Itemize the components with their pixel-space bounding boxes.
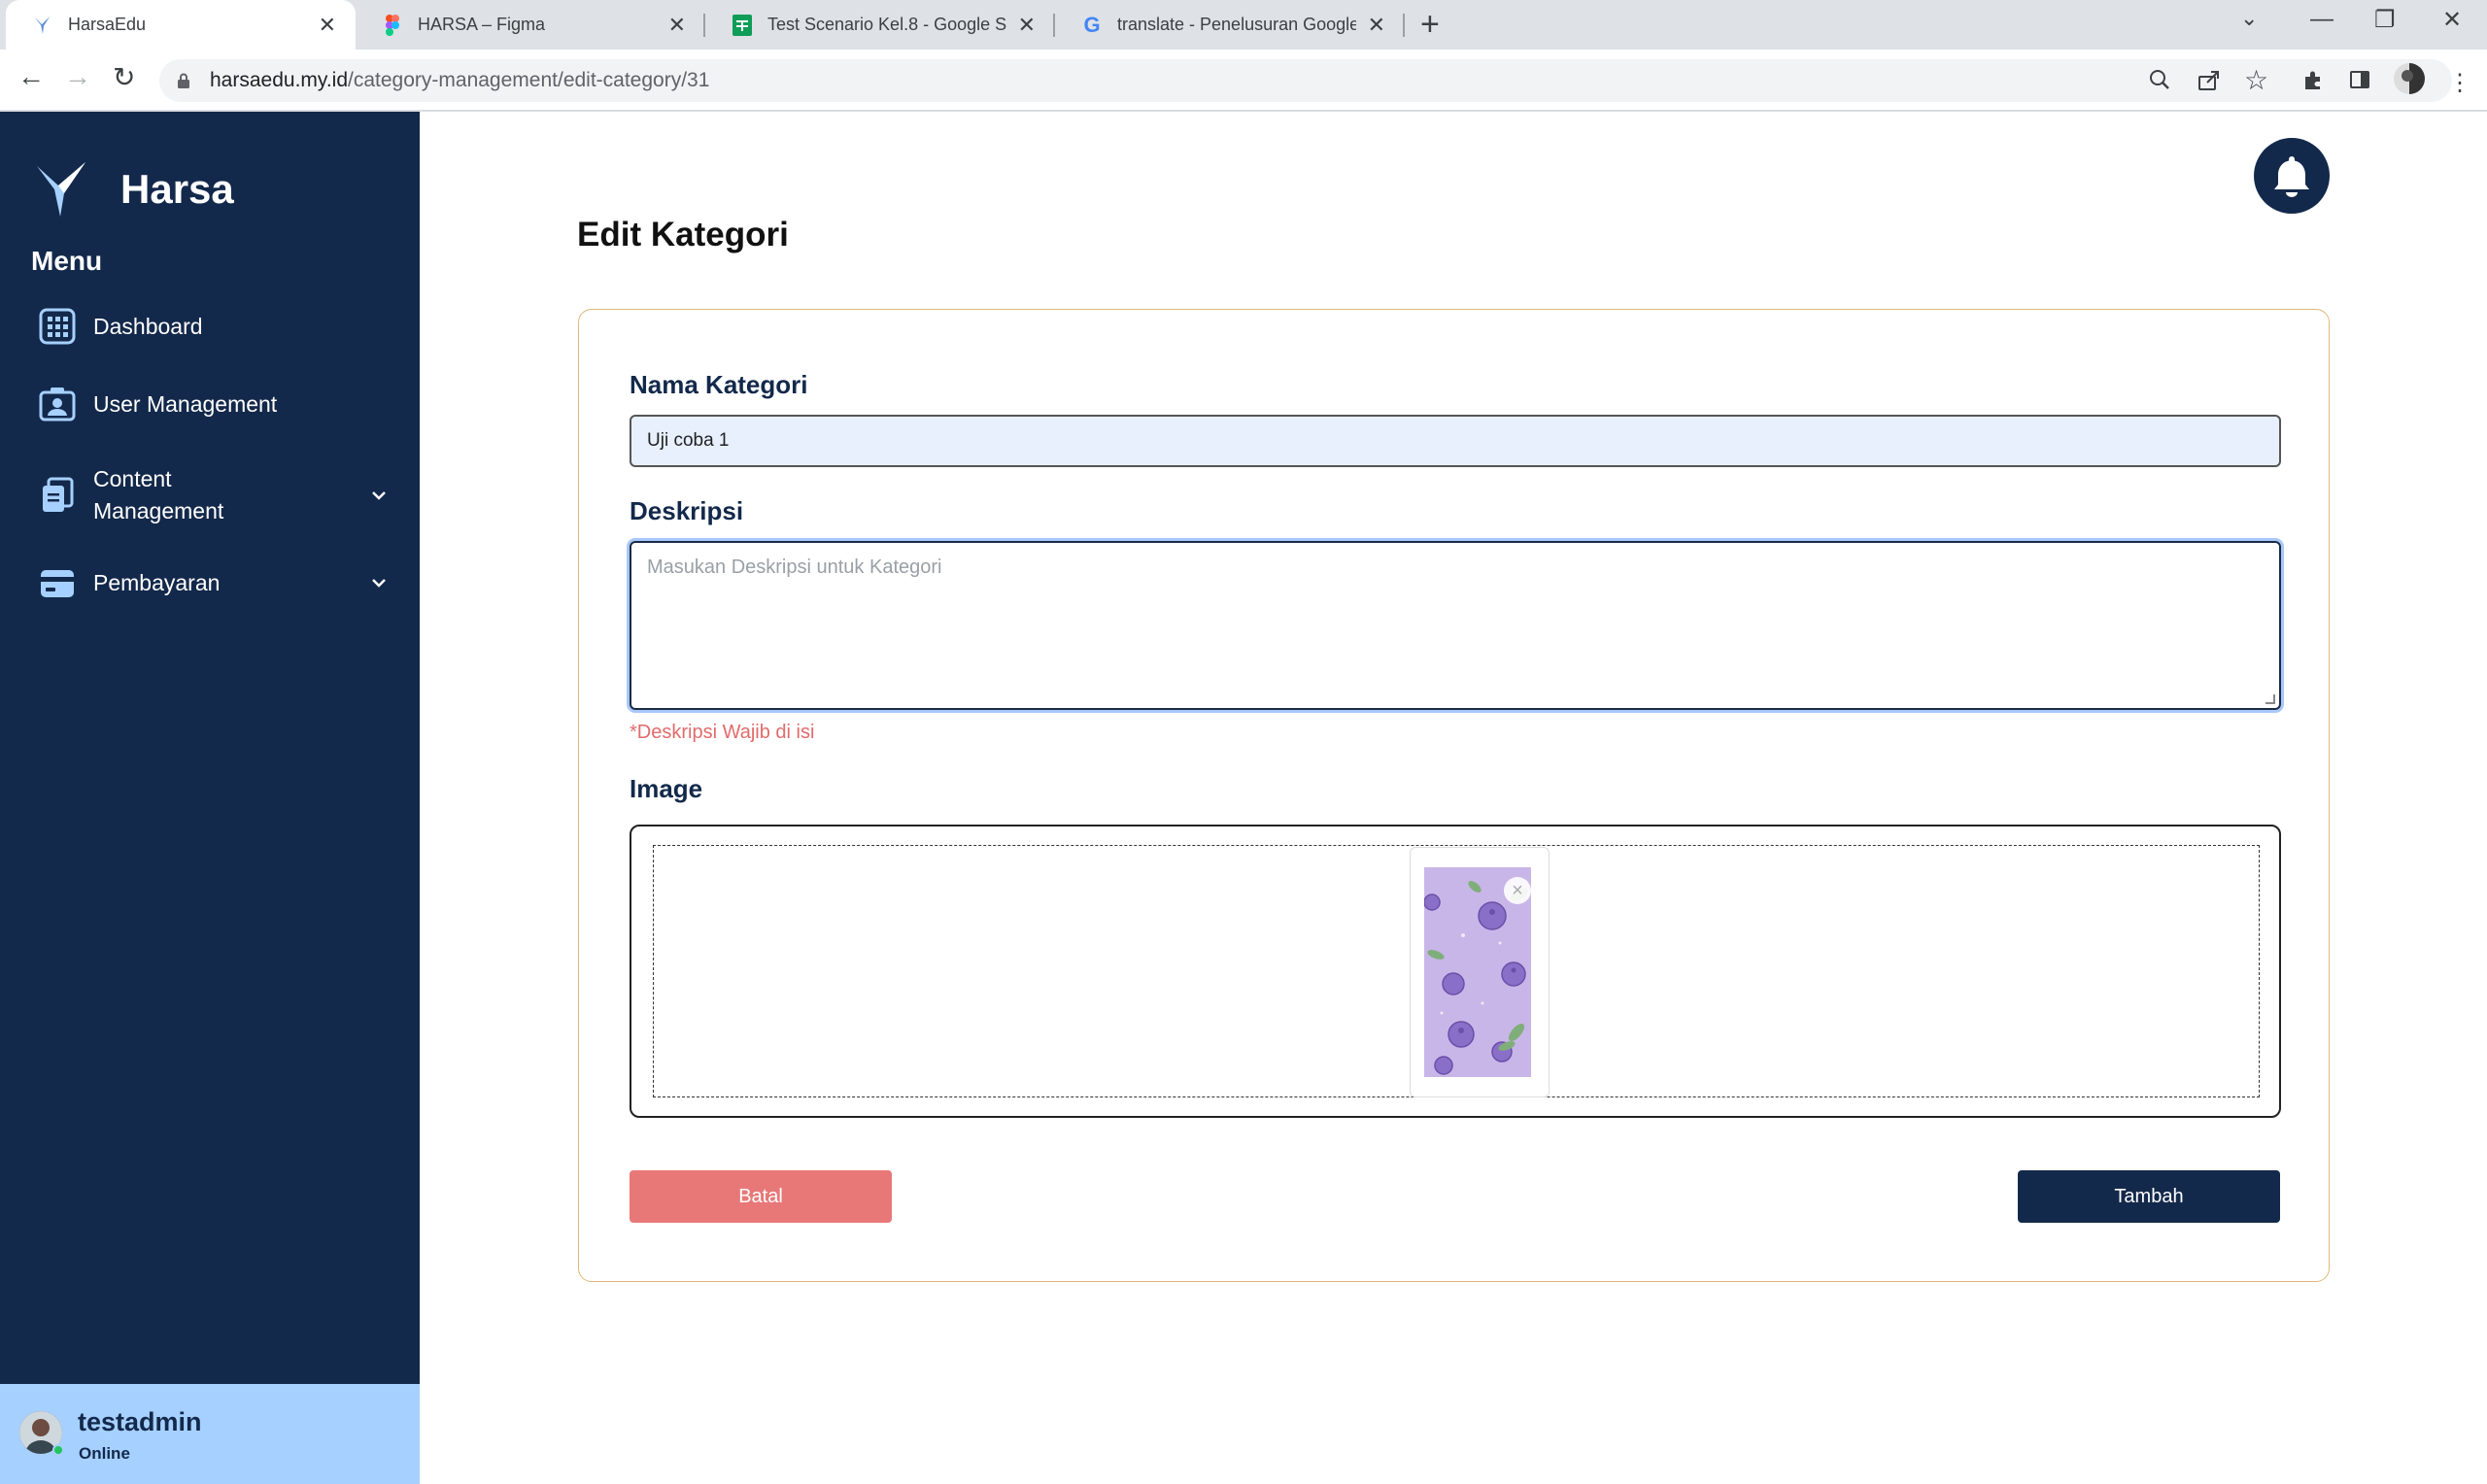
page-title: Edit Kategori — [577, 216, 789, 253]
image-dropzone[interactable]: × — [653, 845, 2260, 1097]
tab-title: HARSA – Figma — [418, 15, 546, 34]
sidebar-item-label: Dashboard — [93, 313, 203, 339]
description-textarea[interactable]: Masukan Deskripsi untuk Kategori — [630, 541, 2281, 710]
category-name-input[interactable]: Uji coba 1 — [630, 415, 2281, 467]
description-label: Deskripsi — [630, 496, 744, 525]
share-icon[interactable] — [2197, 69, 2221, 97]
zoom-icon[interactable] — [2149, 69, 2170, 97]
sidebar-item-label: User Management — [93, 390, 278, 417]
tab-google[interactable]: G translate - Penelusuran Google ✕ — [1055, 0, 1405, 50]
online-status-dot — [52, 1444, 64, 1456]
description-error: *Deskripsi Wajib di isi — [630, 722, 815, 743]
forward-icon[interactable]: → — [64, 61, 91, 92]
close-icon[interactable]: ✕ — [668, 13, 686, 38]
address-bar[interactable]: harsaedu.my.id/category-management/edit-… — [159, 59, 2452, 102]
sidebar-item-pembayaran[interactable]: Pembayaran — [39, 564, 389, 601]
bell-icon — [2274, 156, 2309, 197]
user-card-icon — [39, 388, 76, 422]
user-name: testadmin — [78, 1407, 202, 1436]
remove-image-button[interactable]: × — [1504, 877, 1531, 904]
description-placeholder: Masukan Deskripsi untuk Kategori — [647, 556, 942, 578]
sheets-icon — [731, 14, 754, 37]
close-icon[interactable]: ✕ — [1018, 13, 1036, 38]
tab-title: translate - Penelusuran Google — [1117, 15, 1356, 34]
google-icon: G — [1083, 12, 1101, 37]
user-status: Online — [79, 1444, 130, 1463]
tab-search-icon[interactable]: ⌄ — [2240, 6, 2258, 31]
chevron-down-icon[interactable] — [369, 573, 389, 592]
notification-button[interactable] — [2254, 138, 2330, 214]
side-panel-icon[interactable] — [2349, 69, 2370, 97]
close-icon: × — [1512, 879, 1523, 901]
name-label: Nama Kategori — [630, 370, 808, 399]
brand-name: Harsa — [120, 166, 234, 212]
browser-tab-strip: HarsaEdu ✕ HARSA – Figma ✕ Test Scenario… — [0, 0, 2487, 50]
url-host: harsaedu.my.id — [210, 69, 349, 91]
tab-title: Test Scenario Kel.8 - Google Spr — [767, 15, 1006, 34]
profile-avatar-icon[interactable] — [2394, 63, 2425, 101]
image-upload: × — [630, 825, 2281, 1118]
close-icon[interactable]: ✕ — [319, 13, 336, 38]
wallet-icon — [41, 570, 74, 597]
harsa-bird-icon — [31, 14, 54, 37]
tab-sheets[interactable]: Test Scenario Kel.8 - Google Spr ✕ — [705, 0, 1055, 50]
user-profile-bar[interactable]: testadmin Online — [0, 1384, 420, 1484]
documents-icon — [43, 477, 74, 512]
url-path: /category-management/edit-category/31 — [348, 69, 710, 91]
tab-separator — [1403, 14, 1405, 37]
reload-icon[interactable]: ↻ — [113, 61, 135, 93]
more-menu-icon[interactable]: ⋮ — [2448, 69, 2471, 97]
brand-logo[interactable]: Harsa — [35, 160, 234, 219]
cancel-button[interactable]: Batal — [630, 1170, 892, 1223]
grid-icon — [39, 308, 76, 345]
restore-icon[interactable]: ❐ — [2374, 6, 2396, 34]
harsa-bird-icon — [37, 162, 85, 217]
back-icon[interactable]: ← — [17, 61, 45, 92]
figma-icon — [381, 14, 404, 37]
tab-title: HarsaEdu — [68, 15, 147, 34]
image-preview: × — [1410, 847, 1550, 1097]
chevron-down-icon[interactable] — [369, 486, 389, 505]
tab-figma[interactable]: HARSA – Figma ✕ — [356, 0, 705, 50]
minimize-icon[interactable]: — — [2310, 6, 2334, 33]
new-tab-button[interactable]: + — [1420, 8, 1440, 41]
sidebar-item-content-management[interactable]: Content Management — [39, 463, 389, 527]
sidebar-item-dashboard[interactable]: Dashboard — [39, 308, 389, 345]
resize-handle-icon[interactable] — [2266, 694, 2275, 704]
browser-toolbar: ← → ↻ harsaedu.my.id/category-management… — [0, 50, 2487, 112]
sidebar-item-label: Content Management — [93, 466, 224, 523]
edit-category-form: Nama Kategori Uji coba 1 Deskripsi Masuk… — [578, 309, 2330, 1282]
bookmark-star-icon[interactable]: ☆ — [2244, 64, 2268, 96]
extensions-icon[interactable] — [2302, 69, 2324, 97]
close-icon[interactable]: ✕ — [1368, 13, 1385, 38]
sidebar-item-label: Pembayaran — [93, 569, 221, 595]
close-window-icon[interactable]: ✕ — [2442, 6, 2462, 34]
lock-icon — [178, 73, 189, 88]
menu-title: Menu — [31, 246, 103, 276]
tab-harsaedu[interactable]: HarsaEdu ✕ — [6, 0, 356, 50]
submit-button[interactable]: Tambah — [2018, 1170, 2280, 1223]
sidebar-item-user-management[interactable]: User Management — [39, 386, 389, 422]
sidebar: Harsa Menu Dashboard User Management Con… — [0, 112, 420, 1484]
image-label: Image — [630, 774, 703, 803]
